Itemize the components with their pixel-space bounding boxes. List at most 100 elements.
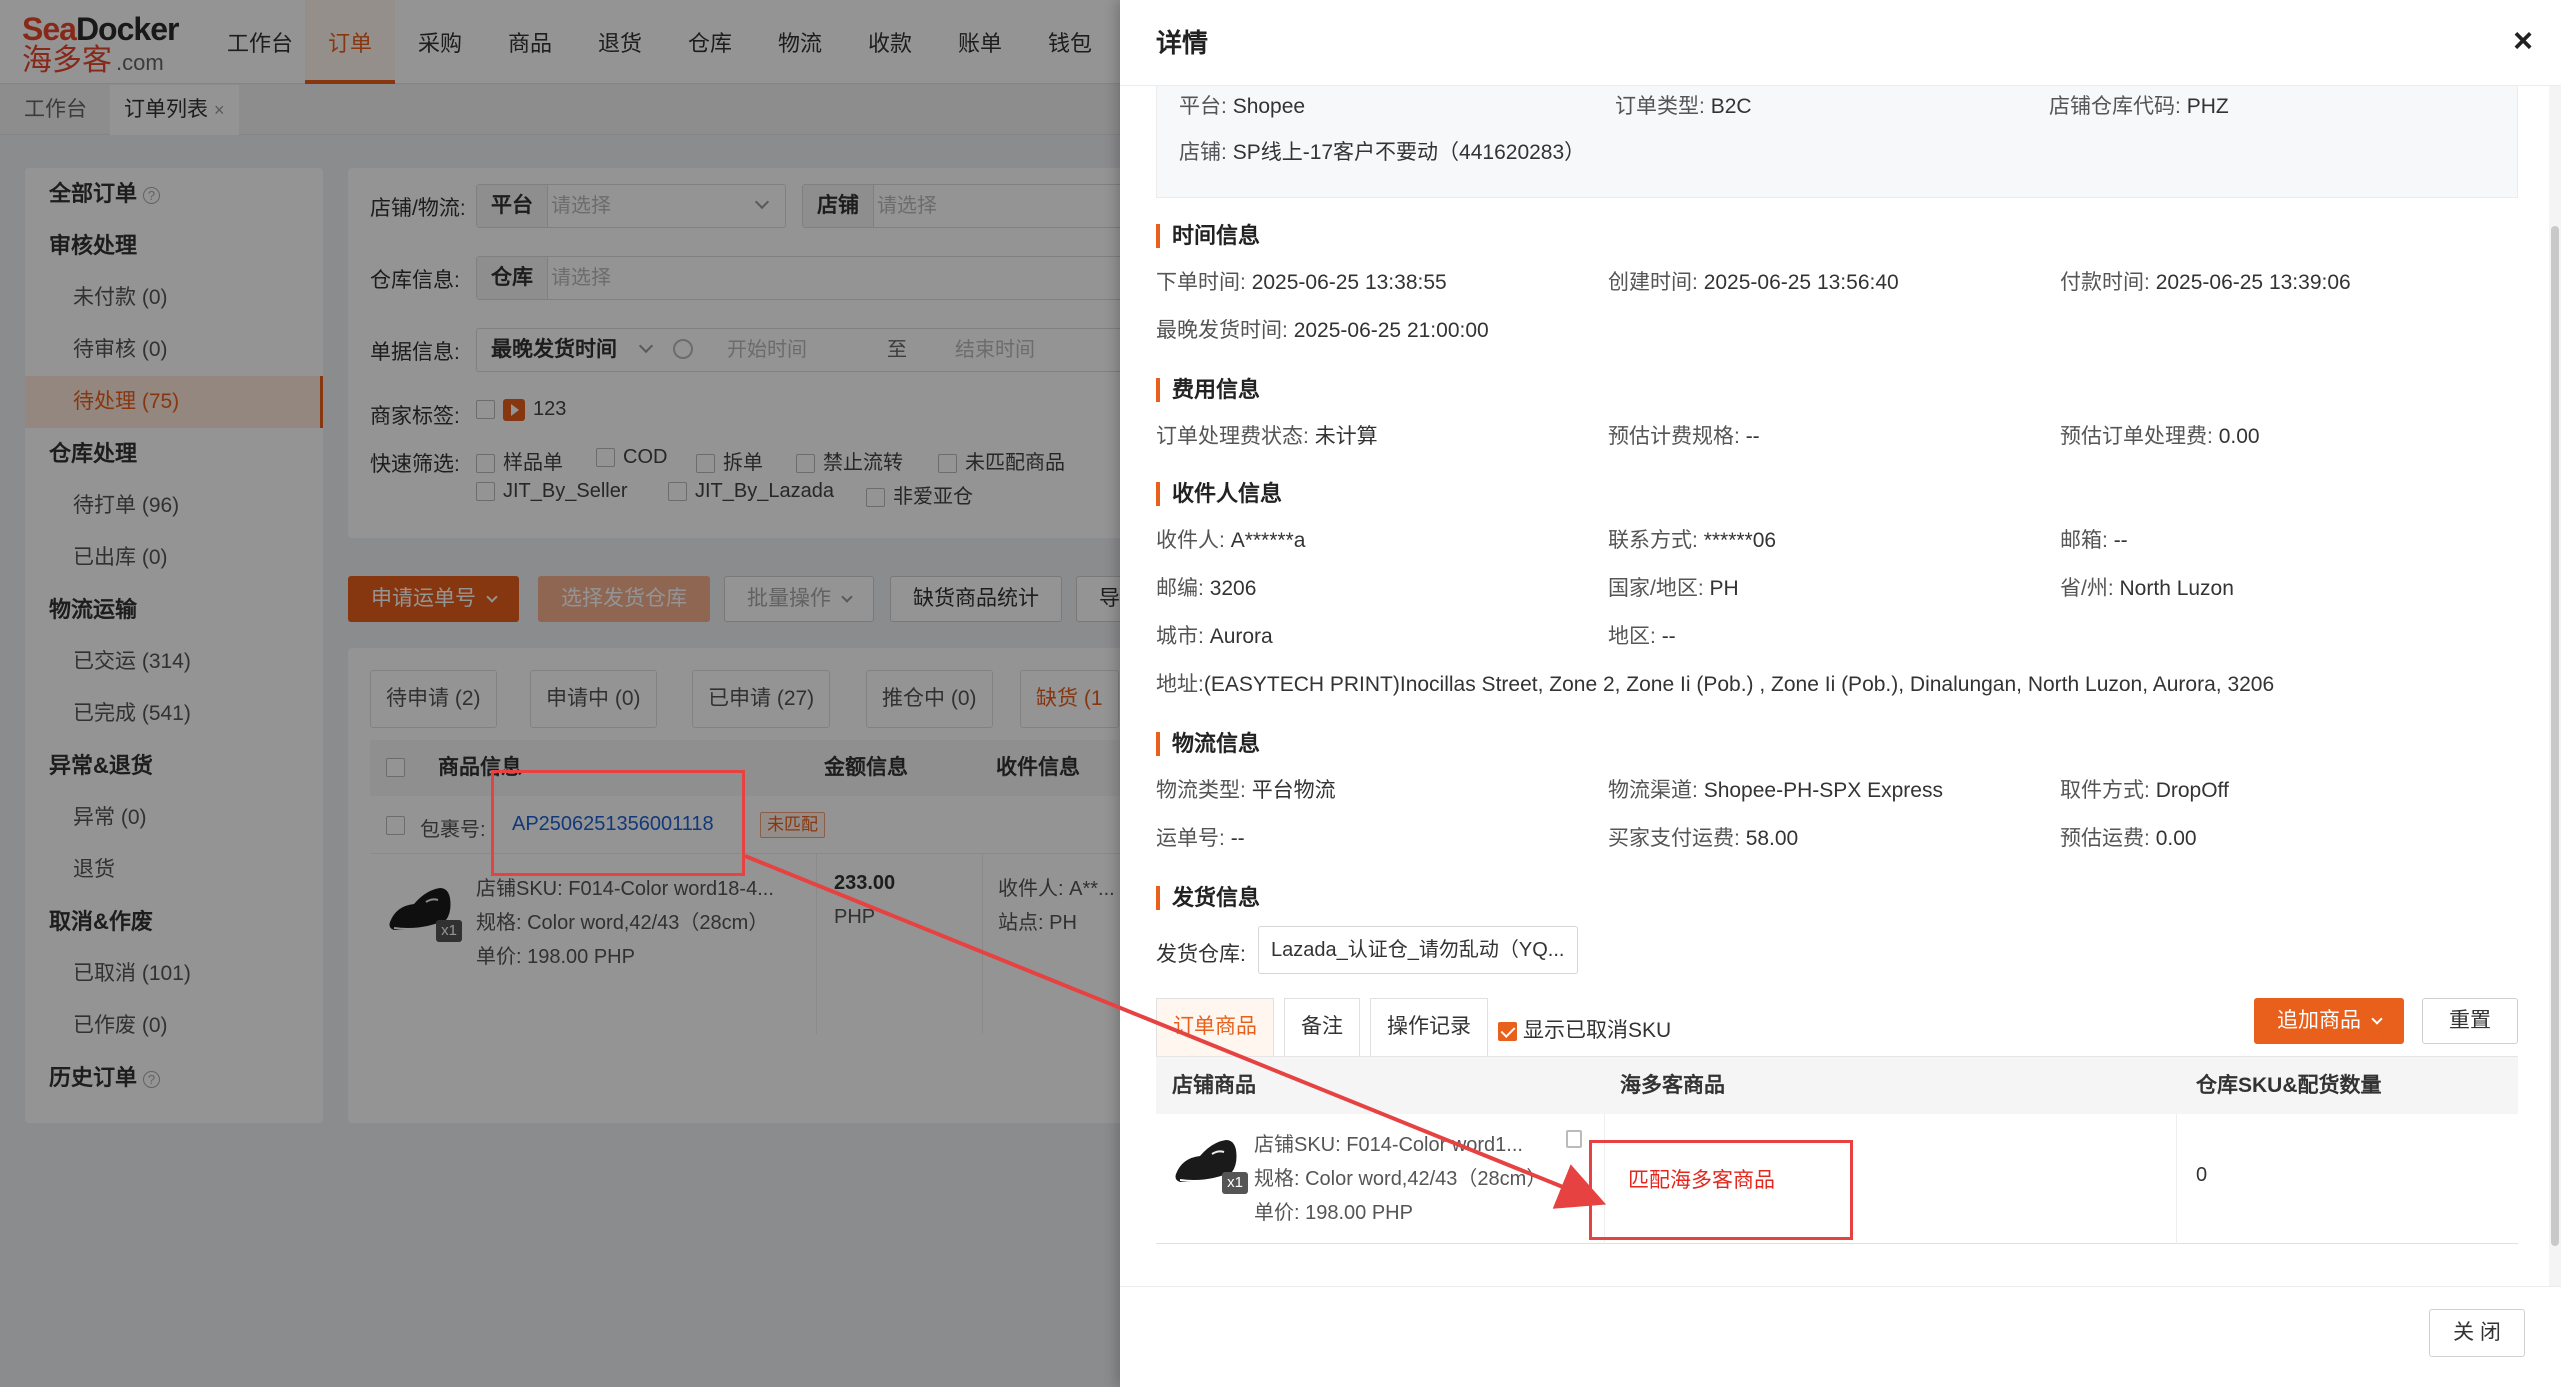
field-key: 下单时间: bbox=[1156, 271, 1246, 294]
warehouse-qty-value: 0 bbox=[2196, 1164, 2208, 1186]
ship-warehouse-select[interactable]: Lazada_认证仓_请勿乱动（YQ... bbox=[1258, 926, 1578, 974]
latest-ship-time-value: 2025-06-25 21:00:00 bbox=[1293, 319, 1489, 342]
pickup-field: 取件方式: DropOff bbox=[2060, 774, 2229, 804]
order-type-value: B2C bbox=[1710, 95, 1752, 118]
product-spec: 规格: Color word,42/43（28cm） bbox=[1254, 1168, 1547, 1190]
receiver-name-value: A******a bbox=[1230, 529, 1306, 552]
pay-time-value: 2025-06-25 13:39:06 bbox=[2155, 271, 2351, 294]
drawer-header: 详情 × bbox=[1120, 0, 2561, 86]
ship-warehouse-label: 发货仓库: bbox=[1156, 943, 1246, 966]
district-field: 地区: -- bbox=[1608, 620, 1676, 650]
zip-field: 邮编: 3206 bbox=[1156, 572, 1256, 602]
annotation-box-match bbox=[1589, 1140, 1853, 1240]
divider bbox=[2176, 1114, 2177, 1244]
copy-icon[interactable] bbox=[1566, 1130, 1582, 1148]
buyer-fee-field: 买家支付运费: 58.00 bbox=[1608, 822, 1798, 852]
fee-status-value: 未计算 bbox=[1314, 425, 1378, 448]
field-key: 最晚发货时间: bbox=[1156, 319, 1288, 342]
field-key: 买家支付运费: bbox=[1608, 827, 1740, 850]
reset-button[interactable]: 重置 bbox=[2422, 998, 2518, 1044]
channel-value: Shopee-PH-SPX Express bbox=[1703, 779, 1943, 802]
tab-note[interactable]: 备注 bbox=[1284, 998, 1360, 1056]
waybill-value: -- bbox=[1230, 827, 1245, 850]
field-key: 预估运费: bbox=[2060, 827, 2150, 850]
section-title-shipping: 发货信息 bbox=[1156, 886, 1260, 910]
field-key: 订单处理费状态: bbox=[1156, 425, 1309, 448]
field-key: 取件方式: bbox=[2060, 779, 2150, 802]
tab-operation-log[interactable]: 操作记录 bbox=[1370, 998, 1488, 1056]
zip-value: 3206 bbox=[1209, 577, 1257, 600]
show-cancelled-sku-toggle[interactable]: 显示已取消SKU bbox=[1498, 1014, 1671, 1044]
est-fee-value: 0.00 bbox=[2218, 425, 2260, 448]
field-key: 邮编: bbox=[1156, 577, 1204, 600]
field-key: 预估订单处理费: bbox=[2060, 425, 2213, 448]
field-key: 店铺仓库代码: bbox=[2049, 95, 2181, 118]
phone-value: ******06 bbox=[1703, 529, 1777, 552]
section-title-time: 时间信息 bbox=[1156, 224, 1260, 248]
order-time-field: 下单时间: 2025-06-25 13:38:55 bbox=[1156, 266, 1447, 296]
close-icon[interactable]: × bbox=[2505, 24, 2541, 60]
phone-field: 联系方式: ******06 bbox=[1608, 524, 1776, 554]
email-field: 邮箱: -- bbox=[2060, 524, 2128, 554]
scrollbar[interactable] bbox=[2549, 86, 2561, 1286]
waybill-field: 运单号: -- bbox=[1156, 822, 1245, 852]
field-key: 地址: bbox=[1156, 673, 1204, 696]
field-key: 城市: bbox=[1156, 625, 1204, 648]
order-time-value: 2025-06-25 13:38:55 bbox=[1251, 271, 1447, 294]
field-key: 物流类型: bbox=[1156, 779, 1246, 802]
create-time-field: 创建时间: 2025-06-25 13:56:40 bbox=[1608, 266, 1899, 296]
tab-order-goods[interactable]: 订单商品 bbox=[1156, 998, 1274, 1056]
field-key: 省/州: bbox=[2060, 577, 2114, 600]
pickup-value: DropOff bbox=[2155, 779, 2229, 802]
latest-ship-time-field: 最晚发货时间: 2025-06-25 21:00:00 bbox=[1156, 314, 1489, 344]
platform-value: Shopee bbox=[1232, 95, 1306, 118]
est-shipping-field: 预估运费: 0.00 bbox=[2060, 822, 2197, 852]
field-key: 邮箱: bbox=[2060, 529, 2108, 552]
province-field: 省/州: North Luzon bbox=[2060, 572, 2234, 602]
drawer-title: 详情 bbox=[1156, 28, 1209, 58]
toggle-label: 显示已取消SKU bbox=[1523, 1019, 1672, 1042]
unit-price: 单价: 198.00 PHP bbox=[1254, 1202, 1413, 1224]
checkbox-checked[interactable] bbox=[1498, 1021, 1517, 1041]
country-field: 国家/地区: PH bbox=[1608, 572, 1739, 602]
fee-rule-value: -- bbox=[1745, 425, 1760, 448]
create-time-value: 2025-06-25 13:56:40 bbox=[1703, 271, 1899, 294]
basic-info-box: 平台: Shopee 订单类型: B2C 店铺仓库代码: PHZ 店铺: SP线… bbox=[1156, 86, 2518, 198]
province-value: North Luzon bbox=[2119, 577, 2234, 600]
close-button[interactable]: 关 闭 bbox=[2429, 1309, 2525, 1357]
quantity-badge: x1 bbox=[1222, 1172, 1248, 1194]
product-thumbnail[interactable]: x1 bbox=[1172, 1128, 1248, 1194]
field-key: 预估计费规格: bbox=[1608, 425, 1740, 448]
city-value: Aurora bbox=[1209, 625, 1273, 648]
scrollbar-thumb[interactable] bbox=[2551, 226, 2559, 1246]
col-shop-goods: 店铺商品 bbox=[1172, 1074, 1256, 1097]
field-key: 物流渠道: bbox=[1608, 779, 1698, 802]
modal-overlay[interactable] bbox=[0, 0, 1120, 1387]
field-key: 收件人: bbox=[1156, 529, 1225, 552]
drawer-body: 平台: Shopee 订单类型: B2C 店铺仓库代码: PHZ 店铺: SP线… bbox=[1120, 86, 2561, 1286]
buyer-fee-value: 58.00 bbox=[1745, 827, 1799, 850]
button-label: 追加商品 bbox=[2277, 1009, 2361, 1032]
field-key: 创建时间: bbox=[1608, 271, 1698, 294]
fee-rule-field: 预估计费规格: -- bbox=[1608, 420, 1760, 450]
fee-status-field: 订单处理费状态: 未计算 bbox=[1156, 420, 1378, 450]
shop-field: 店铺: SP线上-17客户不要动（441620283） bbox=[1179, 136, 1585, 166]
chevron-down-icon bbox=[2371, 1013, 2383, 1025]
order-type-field: 订单类型: B2C bbox=[1615, 90, 1752, 120]
section-title-logistics: 物流信息 bbox=[1156, 732, 1260, 756]
field-key: 平台: bbox=[1179, 95, 1227, 118]
section-title-fee: 费用信息 bbox=[1156, 378, 1260, 402]
add-goods-button[interactable]: 追加商品 bbox=[2254, 998, 2404, 1044]
shop-sku: 店铺SKU: F014-Color word1... bbox=[1254, 1134, 1523, 1156]
col-warehouse-sku: 仓库SKU&配货数量 bbox=[2196, 1074, 2382, 1097]
channel-field: 物流渠道: Shopee-PH-SPX Express bbox=[1608, 774, 1943, 804]
field-key: 订单类型: bbox=[1615, 95, 1705, 118]
est-fee-field: 预估订单处理费: 0.00 bbox=[2060, 420, 2260, 450]
logistics-type-field: 物流类型: 平台物流 bbox=[1156, 774, 1336, 804]
drawer-footer: 关 闭 bbox=[1120, 1286, 2561, 1387]
district-value: -- bbox=[1661, 625, 1676, 648]
address-value: (EASYTECH PRINT)Inocillas Street, Zone 2… bbox=[1203, 673, 2275, 696]
shop-value: SP线上-17客户不要动（441620283） bbox=[1232, 141, 1586, 164]
est-shipping-value: 0.00 bbox=[2155, 827, 2197, 850]
receiver-name-field: 收件人: A******a bbox=[1156, 524, 1305, 554]
